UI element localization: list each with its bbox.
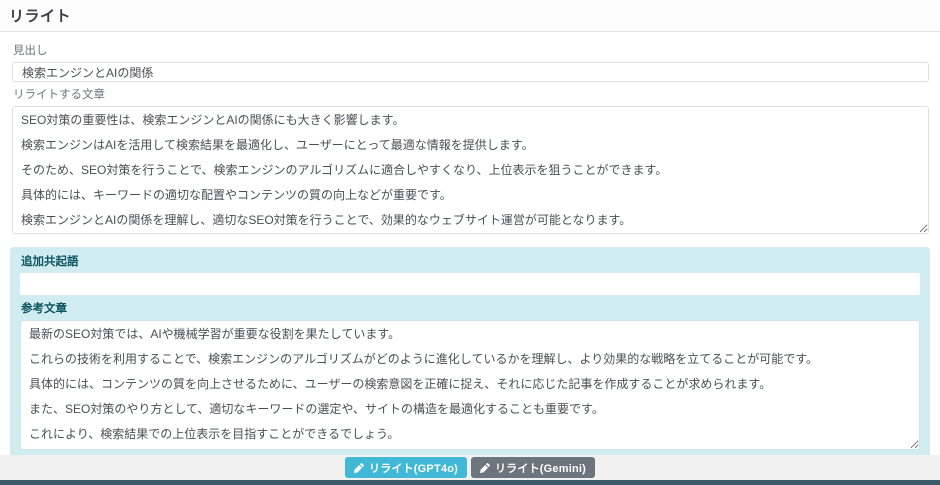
rewrite-gemini-label: リライト(Gemini) (495, 460, 586, 476)
additional-options-panel: 追加共起語 参考文章 最新のSEO対策では、AIや機械学習が重要な役割を果たして… (10, 247, 930, 460)
page-title: リライト (9, 5, 930, 26)
heading-field: 見出し (12, 45, 929, 82)
reference-label: 参考文章 (21, 303, 920, 316)
rewrite-text-field: リライトする文章 SEO対策の重要性は、検索エンジンとAIの関係にも大きく影響し… (12, 89, 929, 234)
reference-textarea[interactable]: 最新のSEO対策では、AIや機械学習が重要な役割を果たしています。 これらの技術… (20, 320, 920, 450)
rewrite-gemini-button[interactable]: リライト(Gemini) (471, 457, 595, 478)
rewrite-textarea[interactable]: SEO対策の重要性は、検索エンジンとAIの関係にも大きく影響します。 検索エンジ… (12, 106, 929, 234)
cooccurrence-input[interactable] (20, 273, 920, 295)
heading-input[interactable] (12, 62, 929, 82)
action-bar: リライト(GPT4o) リライト(Gemini) (0, 455, 940, 480)
rewrite-gpt4o-label: リライト(GPT4o) (369, 460, 458, 476)
pencil-icon (354, 463, 364, 473)
rewrite-form: 見出し リライトする文章 SEO対策の重要性は、検索エンジンとAIの関係にも大き… (0, 32, 940, 460)
rewrite-gpt4o-button[interactable]: リライト(GPT4o) (345, 457, 467, 478)
rewrite-text-label: リライトする文章 (13, 89, 929, 102)
heading-label: 見出し (13, 45, 929, 58)
page-header: リライト (0, 0, 940, 32)
bottom-edge-bar (0, 480, 940, 485)
cooccurrence-label: 追加共起語 (21, 256, 920, 269)
pencil-icon (480, 463, 490, 473)
